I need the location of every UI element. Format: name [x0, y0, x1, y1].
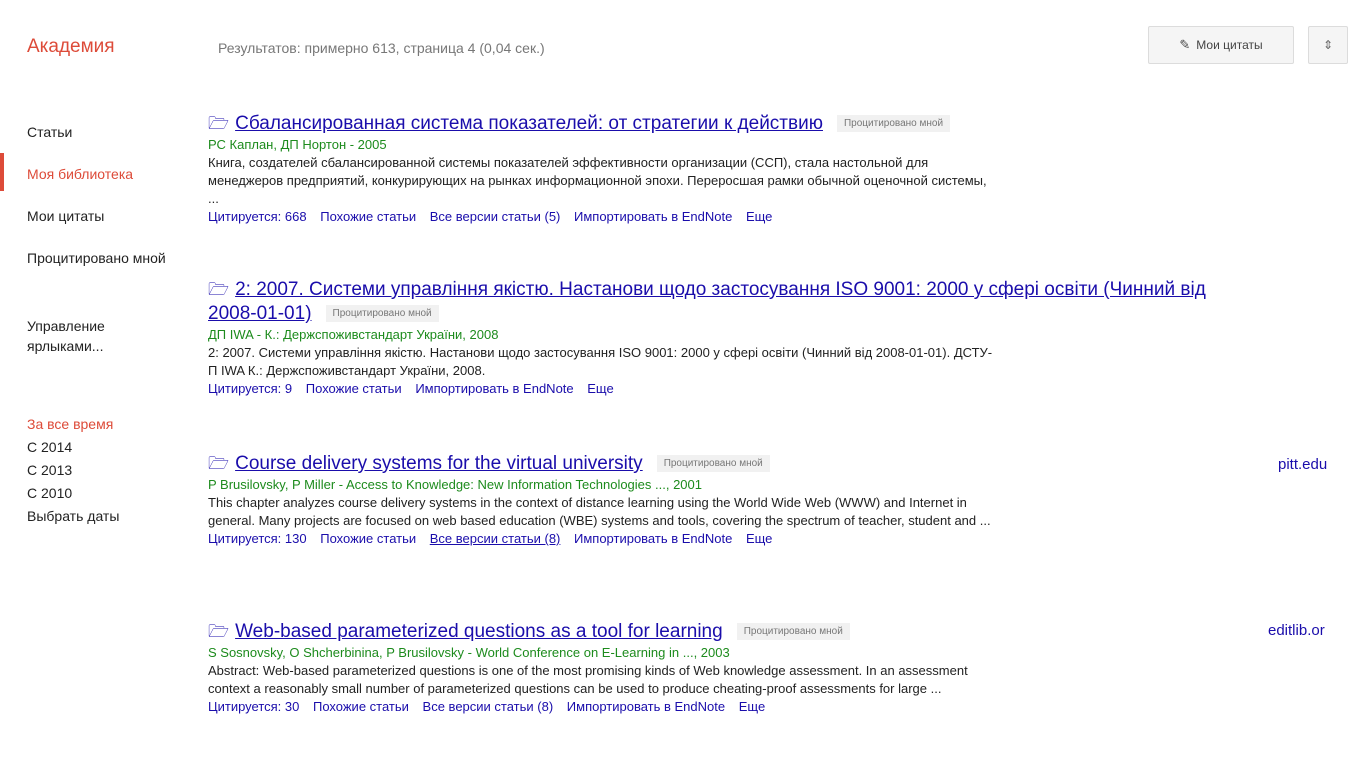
my-citations-button[interactable]: ✎ Мои цитаты	[1148, 26, 1294, 64]
more-icon: ⇕	[1322, 38, 1334, 52]
import-endnote-link[interactable]: Импортировать в EndNote	[415, 381, 573, 396]
top-bar: Академия Результатов: примерно 613, стра…	[0, 0, 1355, 96]
import-endnote-link[interactable]: Импортировать в EndNote	[574, 209, 732, 224]
sidebar-item-my-library[interactable]: Моя библиотека	[27, 164, 133, 184]
result-item: 🗁 Web-based parameterized questions as a …	[208, 620, 1228, 716]
cited-by-me-badge: Процитировано мной	[325, 305, 439, 323]
more-link[interactable]: Еще	[739, 699, 765, 714]
result-title-link[interactable]: Сбалансированная система показателей: от…	[235, 113, 823, 134]
result-item: 🗁 Course delivery systems for the virtual…	[208, 452, 1228, 548]
import-endnote-link[interactable]: Импортировать в EndNote	[574, 531, 732, 546]
related-articles-link[interactable]: Похожие статьи	[320, 531, 416, 546]
result-snippet: Abstract: Web-based parameterized questi…	[208, 663, 968, 696]
sidebar-item-my-citations[interactable]: Мои цитаты	[27, 206, 104, 226]
more-link[interactable]: Еще	[746, 209, 772, 224]
related-articles-link[interactable]: Похожие статьи	[320, 209, 416, 224]
result-authors: ДП IWA - К.: Держспоживстандарт України,…	[208, 327, 499, 342]
import-endnote-link[interactable]: Импортировать в EndNote	[567, 699, 725, 714]
filter-any-time[interactable]: За все время	[27, 416, 113, 432]
sidebar-item-cited-by-me[interactable]: Процитировано мной	[27, 248, 177, 268]
sidebar-item-manage-labels[interactable]: Управление ярлыками...	[27, 316, 177, 356]
result-snippet: This chapter analyzes course delivery sy…	[208, 495, 991, 528]
filter-since-2013[interactable]: С 2013	[27, 462, 72, 478]
filter-since-2014[interactable]: С 2014	[27, 439, 72, 455]
cited-by-link[interactable]: Цитируется: 30	[208, 699, 299, 714]
cited-by-me-badge: Процитировано мной	[836, 115, 951, 133]
cited-by-me-badge: Процитировано мной	[656, 455, 770, 473]
sidebar-item-articles[interactable]: Статьи	[27, 122, 72, 142]
more-link[interactable]: Еще	[587, 381, 613, 396]
more-options-button[interactable]: ⇕	[1308, 26, 1348, 64]
cited-by-me-badge: Процитировано мной	[736, 623, 850, 641]
folder-icon[interactable]: 🗁	[208, 622, 229, 641]
cited-by-link[interactable]: Цитируется: 9	[208, 381, 292, 396]
related-articles-link[interactable]: Похожие статьи	[306, 381, 402, 396]
filter-since-2010[interactable]: С 2010	[27, 485, 72, 501]
result-title-link[interactable]: Course delivery systems for the virtual …	[235, 453, 643, 474]
folder-icon[interactable]: 🗁	[208, 280, 229, 299]
result-links: Цитируется: 130 Похожие статьи Все верси…	[208, 530, 1228, 548]
result-source-domain[interactable]: editlib.or	[1268, 622, 1325, 639]
more-link[interactable]: Еще	[746, 531, 772, 546]
cited-by-link[interactable]: Цитируется: 130	[208, 531, 307, 546]
result-authors: РС Каплан, ДП Нортон - 2005	[208, 137, 387, 152]
result-item: 🗁 2: 2007. Системи управління якістю. Нас…	[208, 278, 1228, 398]
all-versions-link[interactable]: Все версии статьи (5)	[430, 209, 561, 224]
pencil-icon: ✎	[1179, 37, 1191, 52]
active-indicator	[0, 153, 4, 191]
result-authors: P Brusilovsky, P Miller - Access to Know…	[208, 477, 702, 492]
brand-logo[interactable]: Академия	[27, 36, 115, 58]
all-versions-link[interactable]: Все версии статьи (8)	[423, 699, 554, 714]
all-versions-link[interactable]: Все версии статьи (8)	[430, 531, 561, 546]
result-item: 🗁 Сбалансированная система показателей: о…	[208, 112, 1228, 226]
result-title-link[interactable]: Web-based parameterized questions as a t…	[235, 621, 723, 642]
cited-by-link[interactable]: Цитируется: 668	[208, 209, 307, 224]
folder-icon[interactable]: 🗁	[208, 454, 229, 473]
result-snippet: 2: 2007. Системи управління якістю. Наст…	[208, 345, 993, 378]
my-citations-label: Мои цитаты	[1196, 38, 1263, 52]
result-authors: S Sosnovsky, O Shcherbinina, P Brusilovs…	[208, 645, 730, 660]
folder-icon[interactable]: 🗁	[208, 114, 229, 133]
result-links: Цитируется: 30 Похожие статьи Все версии…	[208, 698, 1228, 716]
result-links: Цитируется: 9 Похожие статьи Импортирова…	[208, 380, 1228, 398]
filter-custom-range[interactable]: Выбрать даты	[27, 508, 119, 524]
result-source-domain[interactable]: pitt.edu	[1278, 456, 1327, 473]
result-snippet: Книга, создателей сбалансированной систе…	[208, 155, 987, 206]
result-stats: Результатов: примерно 613, страница 4 (0…	[218, 40, 545, 56]
related-articles-link[interactable]: Похожие статьи	[313, 699, 409, 714]
result-links: Цитируется: 668 Похожие статьи Все верси…	[208, 208, 1228, 226]
